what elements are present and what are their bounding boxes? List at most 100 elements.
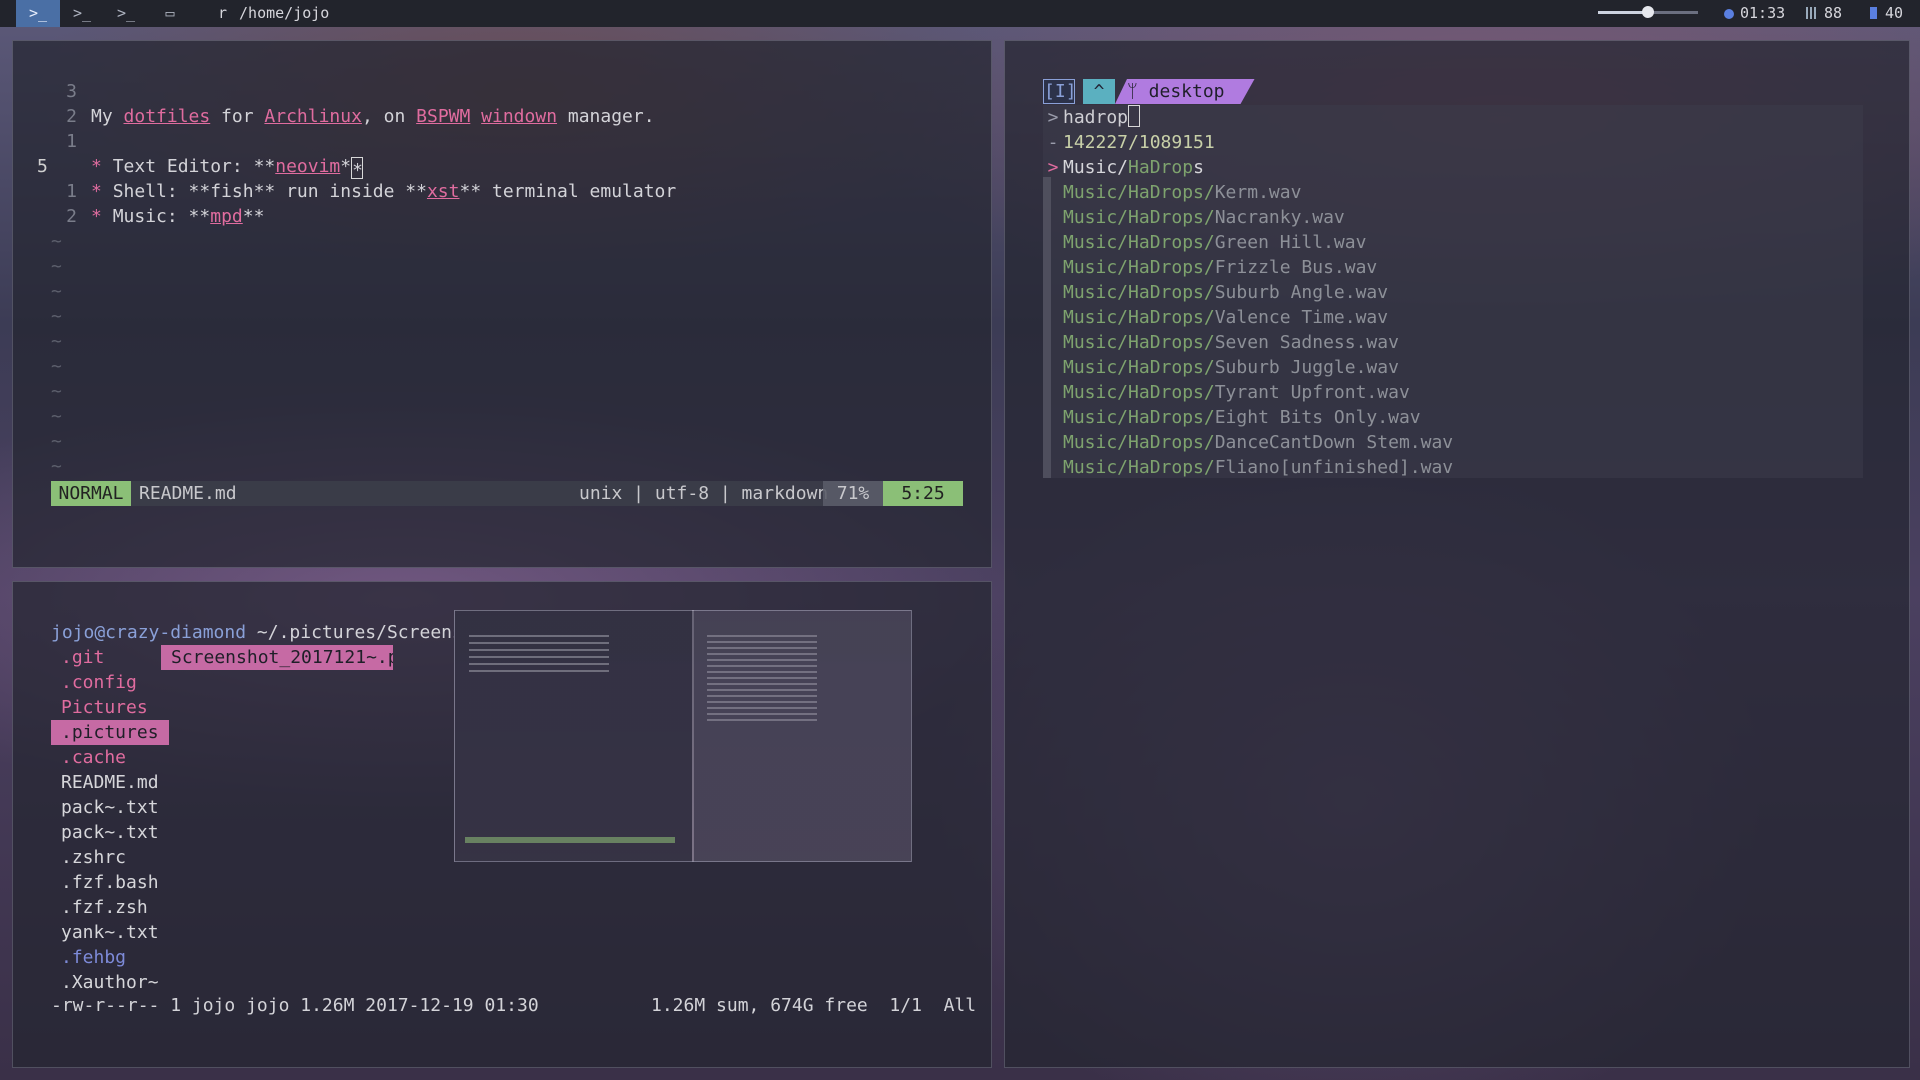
volume-knob[interactable] — [1642, 6, 1654, 18]
file-item[interactable]: .Xauthor~ — [51, 970, 169, 995]
workspace-3-button[interactable]: >_ — [104, 0, 148, 27]
fzf-result-item[interactable]: Music/HaDrops/Valence Time.wav — [1043, 305, 1388, 330]
prompt-arrow-icon: > — [1047, 107, 1059, 128]
vim-mode: NORMAL — [51, 481, 131, 506]
result-name: Kerm.wav — [1214, 182, 1302, 203]
fzf-result-item[interactable]: Music/HaDrops/Fliano[unfinished].wav — [1043, 455, 1453, 480]
markdown-link[interactable]: dotfiles — [124, 106, 211, 127]
line-number: 1 — [66, 131, 77, 152]
result-path: Music/HaDrops/ — [1063, 407, 1215, 428]
empty-line-tilde: ~ — [51, 381, 62, 402]
file-info: -rw-r--r-- 1 jojo jojo 1.26M 2017-12-19 … — [51, 995, 539, 1016]
empty-line-tilde: ~ — [51, 331, 62, 352]
line-number: 3 — [66, 81, 77, 102]
fzf-window[interactable]: [I] ^ ᛘ desktop > hadrop -142227/1089151 … — [1004, 40, 1910, 1068]
editor-line[interactable]: 3 — [13, 79, 973, 104]
fzf-result-item[interactable]: Music/HaDrops/Frizzle Bus.wav — [1043, 255, 1377, 280]
fzf-query-input[interactable]: hadrop — [1063, 107, 1128, 128]
top-panel: >_ >_ >_ ▭ r/home/jojo 01:33 88 40 — [0, 0, 1920, 27]
markdown-link[interactable]: xst — [427, 181, 460, 202]
result-path: Music/HaDrops/ — [1063, 382, 1215, 403]
result-name: Fliano[unfinished].wav — [1214, 457, 1454, 478]
result-path: Music/HaDrops/ — [1063, 432, 1215, 453]
caret-icon: ^ — [1083, 79, 1115, 104]
file-item[interactable]: pack~.txt — [51, 795, 169, 820]
file-item[interactable]: .cache — [51, 745, 136, 770]
file-manager-window[interactable]: jojo@crazy-diamond ~/.pictures/Screensho… — [12, 581, 992, 1068]
fzf-current-item[interactable]: > Music/HaDrops — [1043, 155, 1204, 180]
editor-line[interactable]: 1 * Shell: **fish** run inside **xst** te… — [13, 179, 973, 204]
empty-line-tilde: ~ — [51, 231, 62, 252]
vim-file-info: unix | utf-8 | markdown — [579, 483, 829, 504]
empty-line-tilde: ~ — [51, 256, 62, 277]
file-manager-prompt: jojo@crazy-diamond ~/.pictures/Screensho — [51, 620, 485, 645]
result-name: Nacranky.wav — [1214, 207, 1345, 228]
fzf-result-item[interactable]: Music/HaDrops/Eight Bits Only.wav — [1043, 405, 1421, 430]
file-item[interactable]: pack~.txt — [51, 820, 169, 845]
markdown-link[interactable]: Archlinux — [264, 106, 362, 127]
fzf-result-item[interactable]: Music/HaDrops/Seven Sadness.wav — [1043, 330, 1399, 355]
text-span: Text Editor: ** — [112, 156, 276, 177]
markdown-link[interactable]: neovim — [275, 156, 340, 177]
file-item[interactable]: .git — [51, 645, 114, 670]
vim-filename: README.md — [139, 483, 237, 504]
git-branch-name: desktop — [1137, 81, 1225, 102]
prompt-user: jojo@crazy-diamond — [51, 622, 247, 643]
file-item[interactable]: .fzf.zsh — [51, 895, 158, 920]
text-span: Shell: **fish** run inside ** — [112, 181, 427, 202]
result-path: Music/HaDrops/ — [1063, 232, 1215, 253]
text-span: * — [91, 206, 113, 227]
text-span: * — [91, 181, 113, 202]
fzf-result-item[interactable]: Music/HaDrops/Suburb Juggle.wav — [1043, 355, 1399, 380]
file-item[interactable]: yank~.txt — [51, 920, 169, 945]
result-path: Music/HaDrops/ — [1063, 332, 1215, 353]
result-path: Music/HaDrops/ — [1063, 307, 1215, 328]
file-item[interactable]: .zshrc — [51, 845, 136, 870]
editor-line[interactable]: 5 * Text Editor: **neovim** — [13, 154, 973, 181]
cpu-value: 88 — [1824, 4, 1843, 22]
fzf-result-item[interactable]: Music/HaDrops/Tyrant Upfront.wav — [1043, 380, 1410, 405]
line-text: * Text Editor: **neovim** — [91, 154, 364, 181]
result-path: Music/HaDrops/ — [1063, 207, 1215, 228]
file-item[interactable]: .config — [51, 670, 147, 695]
empty-line-tilde: ~ — [51, 306, 62, 327]
markdown-link[interactable]: windown — [481, 106, 557, 127]
text-cursor — [1128, 105, 1141, 127]
volume-slider[interactable] — [1598, 6, 1698, 18]
preview-text-left — [469, 635, 609, 675]
result-path: Music/HaDrops/ — [1063, 182, 1215, 203]
markdown-link[interactable]: mpd — [210, 206, 243, 227]
workspace-4-button[interactable]: ▭ — [148, 0, 192, 27]
editor-line[interactable]: 2 * Music: **mpd** — [13, 204, 973, 229]
empty-line-tilde: ~ — [51, 281, 62, 302]
fzf-result-item[interactable]: Music/HaDrops/Nacranky.wav — [1043, 205, 1345, 230]
fzf-results-panel[interactable]: > hadrop -142227/1089151 > Music/HaDrops M… — [1043, 105, 1863, 478]
editor-line[interactable]: 1 — [13, 129, 973, 154]
workspace-1-button[interactable]: >_ — [16, 0, 60, 27]
result-name: Green Hill.wav — [1214, 232, 1367, 253]
file-item[interactable]: .fzf.bash — [51, 870, 169, 895]
count-dash: - — [1047, 132, 1059, 153]
memory-icon — [1870, 7, 1877, 19]
workspace-2-button[interactable]: >_ — [60, 0, 104, 27]
preview-statusline — [465, 837, 675, 843]
fzf-result-item[interactable]: Music/HaDrops/Suburb Angle.wav — [1043, 280, 1388, 305]
markdown-link[interactable]: BSPWM — [416, 106, 470, 127]
fzf-query-line[interactable]: > hadrop — [1043, 105, 1141, 130]
neovim-window[interactable]: 3 2 My dotfiles for Archlinux, on BSPWM wi… — [12, 40, 992, 568]
memory-value: 40 — [1885, 4, 1904, 22]
empty-line-tilde: ~ — [51, 456, 62, 477]
file-item-selected[interactable]: .pictures — [51, 720, 169, 745]
file-item[interactable]: .fehbg — [51, 945, 136, 970]
fzf-result-item[interactable]: Music/HaDrops/Kerm.wav — [1043, 180, 1301, 205]
file-item[interactable]: README.md — [51, 770, 169, 795]
result-name: Valence Time.wav — [1214, 307, 1389, 328]
editor-line[interactable]: 2 My dotfiles for Archlinux, on BSPWM win… — [13, 104, 973, 129]
cpu-indicator: 88 — [1806, 0, 1842, 26]
preview-file-label[interactable]: Screenshot_2017121~.png 1.26 — [161, 645, 393, 670]
file-summary: 1.26M sum, 674G free 1/1 All — [651, 995, 977, 1016]
result-name: Suburb Angle.wav — [1214, 282, 1389, 303]
fzf-result-item[interactable]: Music/HaDrops/Green Hill.wav — [1043, 230, 1366, 255]
file-item[interactable]: Pictures — [51, 695, 158, 720]
fzf-result-item[interactable]: Music/HaDrops/DanceCantDown Stem.wav — [1043, 430, 1453, 455]
